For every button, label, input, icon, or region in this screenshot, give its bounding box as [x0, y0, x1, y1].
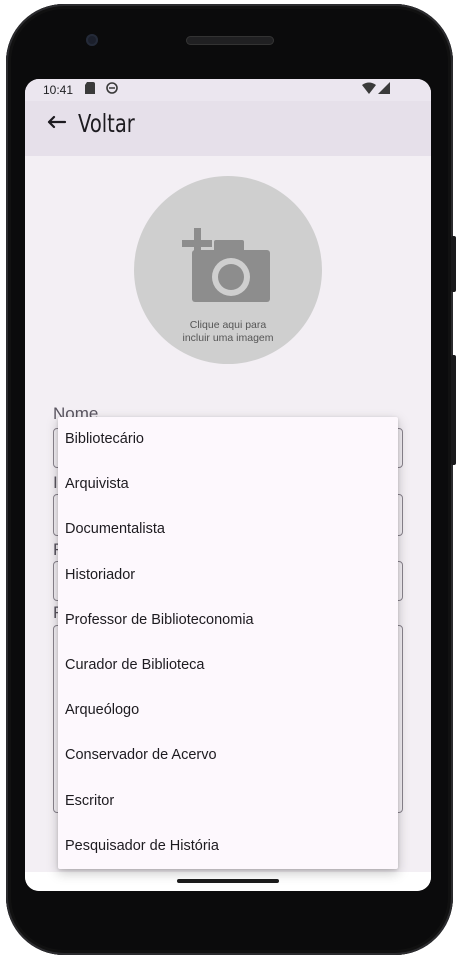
dropdown-option-pesquisador[interactable]: Pesquisador de História	[58, 824, 398, 869]
dropdown-option-arqueologo[interactable]: Arqueólogo	[58, 688, 398, 733]
photo-hint-line-1: Clique aqui para	[189, 319, 267, 331]
status-time: 10:41	[43, 83, 74, 97]
photo-hint-line-2: incluir uma imagem	[182, 332, 274, 344]
dropdown-option-documentalista[interactable]: Documentalista	[58, 507, 398, 552]
front-camera	[86, 34, 98, 46]
app-screen: 10:41 Voltar Clique aqui para incluir um…	[25, 79, 431, 891]
sync-icon	[106, 82, 118, 97]
dropdown-option-escritor[interactable]: Escritor	[58, 779, 398, 824]
back-button-label[interactable]: Voltar	[78, 109, 135, 138]
wifi-icon	[362, 82, 376, 97]
dropdown-option-professor[interactable]: Professor de Biblioteconomia	[58, 598, 398, 643]
signal-icon	[378, 82, 390, 97]
status-bar: 10:41	[25, 79, 431, 101]
dropdown-option-curador[interactable]: Curador de Biblioteca	[58, 643, 398, 688]
home-gesture-pill[interactable]	[177, 879, 279, 883]
volume-button	[451, 355, 456, 465]
dropdown-option-bibliotecario[interactable]: Bibliotecário	[58, 417, 398, 462]
dropdown-menu: Bibliotecário Arquivista Documentalista …	[58, 417, 398, 869]
sd-card-icon	[85, 82, 95, 97]
earpiece-speaker	[186, 36, 274, 45]
power-button	[451, 236, 456, 292]
back-arrow-icon[interactable]	[47, 109, 67, 142]
photo-picker-hint: Clique aqui para incluir uma imagem	[134, 319, 322, 345]
add-camera-icon	[178, 224, 274, 311]
photo-picker[interactable]: Clique aqui para incluir uma imagem	[134, 176, 322, 364]
top-app-bar: Voltar	[25, 101, 431, 156]
dropdown-option-historiador[interactable]: Historiador	[58, 553, 398, 598]
dropdown-option-arquivista[interactable]: Arquivista	[58, 462, 398, 507]
dropdown-option-conservador[interactable]: Conservador de Acervo	[58, 733, 398, 778]
